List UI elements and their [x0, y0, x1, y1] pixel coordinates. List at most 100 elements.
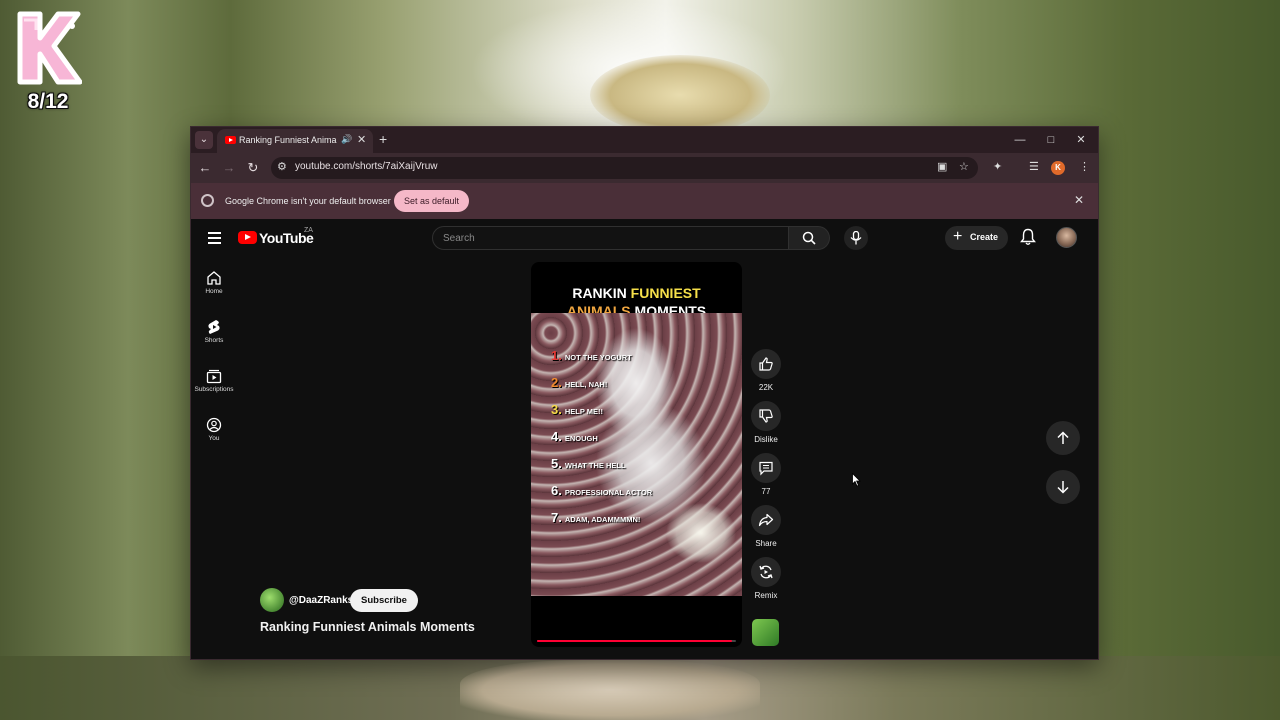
microphone-icon — [850, 231, 862, 245]
ranking-number: 3. — [551, 402, 562, 417]
dislike-button[interactable] — [751, 401, 781, 431]
menu-icon[interactable] — [208, 232, 221, 244]
background-figure — [590, 55, 770, 135]
ranking-number: 6. — [551, 483, 562, 498]
sound-thumbnail[interactable] — [752, 619, 779, 646]
dislike-action[interactable]: Dislike — [751, 401, 781, 444]
ranking-item: 2. HELL, NAH! — [551, 374, 607, 392]
title-line1-a: RANKIN — [572, 285, 631, 301]
tab-strip: ⌄ Ranking Funniest Animals M 🔊 ✕ + — □ ✕ — [191, 127, 1098, 153]
sidebar-item-home[interactable]: Home — [191, 270, 237, 295]
ranking-number: 5. — [551, 456, 562, 471]
comment-icon — [759, 461, 773, 476]
like-action[interactable]: 22K — [751, 349, 781, 392]
infobar-message: Google Chrome isn't your default browser — [225, 196, 391, 206]
ranking-text: ADAM, ADAMMMMN! — [564, 515, 641, 524]
reload-button[interactable]: ↻ — [244, 159, 262, 177]
install-app-icon[interactable]: ▣ — [937, 160, 947, 173]
extensions-icon[interactable]: ✦ — [993, 160, 1002, 173]
set-as-default-button[interactable]: Set as default — [394, 190, 470, 212]
channel-handle[interactable]: @DaaZRanks — [289, 595, 353, 606]
thumbs-down-icon — [759, 409, 773, 423]
subscribe-button[interactable]: Subscribe — [350, 589, 418, 612]
like-count: 22K — [758, 383, 774, 392]
voice-search-button[interactable] — [844, 226, 868, 250]
ranking-text: PROFESSIONAL ACTOR — [564, 488, 653, 497]
channel-avatar[interactable] — [260, 588, 284, 612]
remix-action[interactable]: Remix — [751, 557, 781, 600]
ranking-text: HELL, NAH! — [564, 380, 608, 389]
ranking-number: 1. — [551, 348, 562, 363]
sidebar-label-shorts: Shorts — [204, 337, 224, 344]
video-title[interactable]: Ranking Funniest Animals Moments — [260, 620, 475, 634]
maximize-button[interactable]: □ — [1040, 130, 1062, 150]
remix-icon — [759, 565, 773, 579]
tab-search-button[interactable]: ⌄ — [195, 131, 213, 149]
ranking-item: 6. PROFESSIONAL ACTOR — [551, 482, 652, 500]
arrow-down-icon — [1057, 481, 1069, 494]
youtube-favicon-icon — [225, 136, 236, 144]
profile-avatar[interactable]: K — [1051, 161, 1065, 175]
comments-button[interactable] — [751, 453, 781, 483]
badge-count: 8/12 — [27, 90, 69, 113]
shorts-player[interactable]: RANKIN FUNNIEST ANIMALS MOMENTS 1. NOT TH… — [531, 262, 742, 647]
youtube-play-icon — [238, 231, 257, 244]
active-tab[interactable]: Ranking Funniest Animals M 🔊 ✕ — [217, 129, 373, 153]
speaker-icon[interactable]: 🔊 — [341, 134, 352, 145]
ranking-item: 1. NOT THE YOGURT — [551, 347, 632, 365]
comment-action[interactable]: 77 — [751, 453, 781, 496]
share-icon — [758, 513, 774, 527]
share-button[interactable] — [751, 505, 781, 535]
url-text: youtube.com/shorts/7aiXaijVruw — [295, 161, 438, 172]
ranking-item: 7. ADAM, ADAMMMMN! — [551, 509, 640, 527]
remix-label: Remix — [754, 591, 778, 600]
bookmark-star-icon[interactable]: ☆ — [959, 160, 969, 173]
search-icon — [802, 231, 816, 245]
subscriptions-icon — [206, 369, 222, 384]
new-tab-button[interactable]: + — [379, 131, 387, 147]
background-hand — [460, 660, 760, 720]
browser-window: ⌄ Ranking Funniest Animals M 🔊 ✕ + — □ ✕… — [190, 126, 1099, 660]
like-button[interactable] — [751, 349, 781, 379]
sidebar-item-shorts[interactable]: Shorts — [191, 319, 237, 344]
dislike-label: Dislike — [754, 435, 778, 444]
ranking-text: ENOUGH — [564, 434, 598, 443]
remix-button[interactable] — [751, 557, 781, 587]
account-avatar[interactable] — [1056, 227, 1077, 248]
next-short-button[interactable] — [1046, 470, 1080, 504]
you-icon — [206, 417, 222, 433]
arrow-up-icon — [1057, 431, 1069, 444]
ranking-number: 4. — [551, 429, 562, 444]
share-action[interactable]: Share — [751, 505, 781, 548]
ranking-item: 5. WHAT THE HELL — [551, 455, 626, 473]
sidebar-label-subscriptions: Subscriptions — [194, 386, 234, 393]
mouse-cursor-icon — [852, 473, 861, 487]
media-controls-icon[interactable]: ☰ — [1029, 160, 1039, 173]
sidebar-item-subscriptions[interactable]: Subscriptions — [191, 368, 237, 393]
ranking-item: 4. ENOUGH — [551, 428, 598, 446]
notifications-bell-icon[interactable] — [1020, 228, 1036, 246]
minimize-button[interactable]: — — [1009, 130, 1031, 150]
home-icon — [207, 271, 221, 285]
back-button[interactable]: ← — [196, 159, 214, 177]
site-info-icon[interactable]: ⚙ — [277, 160, 287, 173]
more-menu-icon[interactable]: ⋮ — [1079, 160, 1090, 173]
sidebar-item-you[interactable]: You — [191, 417, 237, 442]
forward-button[interactable]: → — [220, 159, 238, 177]
browser-toolbar: ← → ↻ ⚙ youtube.com/shorts/7aiXaijVruw ▣… — [191, 153, 1098, 183]
window-close-button[interactable]: ✕ — [1070, 130, 1092, 150]
youtube-page: YouTube ZA Search + Create Home Shorts S… — [191, 219, 1098, 659]
infobar-close-icon[interactable]: ✕ — [1074, 193, 1084, 207]
comment-count: 77 — [761, 487, 771, 496]
progress-fill — [537, 640, 733, 642]
search-input[interactable]: Search — [432, 226, 789, 250]
address-bar[interactable]: ⚙ youtube.com/shorts/7aiXaijVruw ▣ ☆ — [271, 157, 978, 179]
country-code: ZA — [304, 227, 313, 234]
progress-bar[interactable] — [537, 640, 736, 642]
chrome-icon — [201, 194, 214, 207]
close-icon[interactable]: ✕ — [357, 133, 366, 146]
previous-short-button[interactable] — [1046, 421, 1080, 455]
create-button[interactable]: + Create — [945, 226, 1008, 250]
plus-icon: + — [953, 228, 963, 245]
search-button[interactable] — [789, 226, 830, 250]
